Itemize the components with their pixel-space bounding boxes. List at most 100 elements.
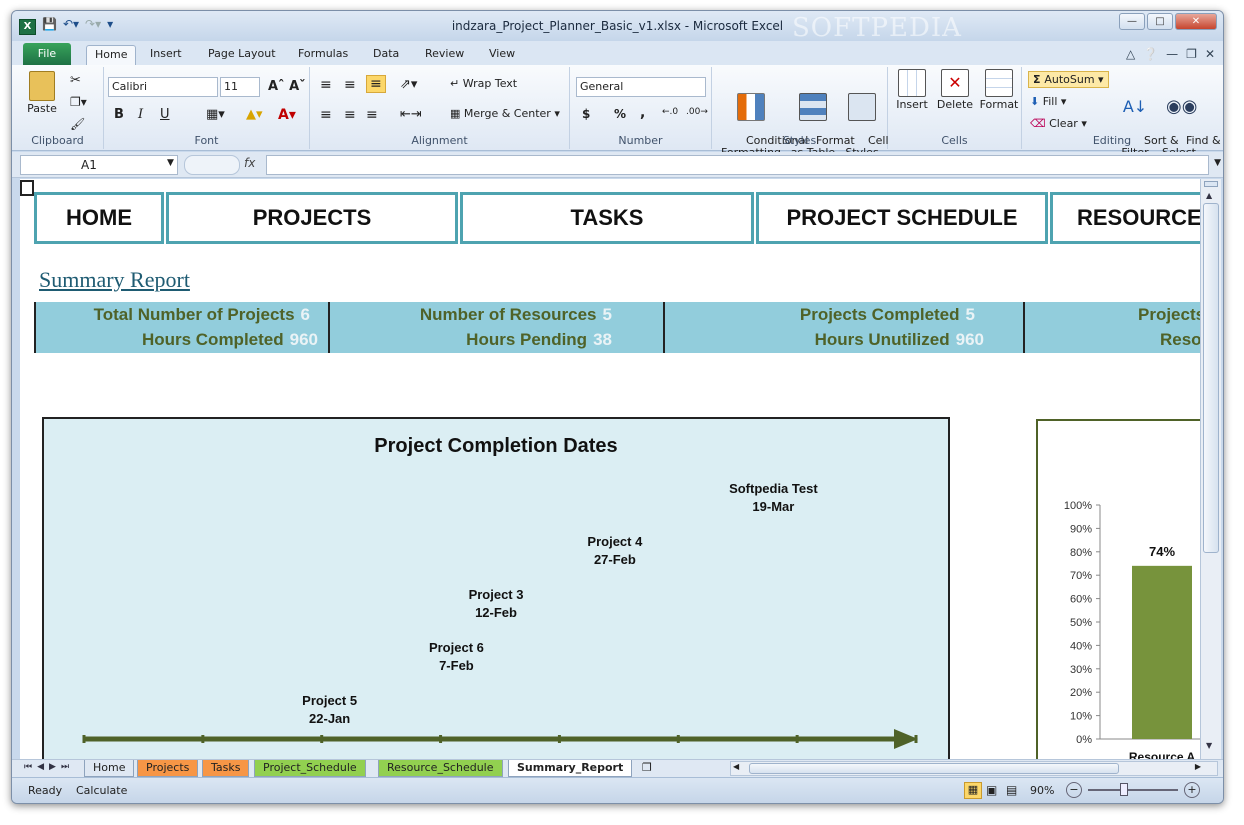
align-middle-icon[interactable]: ≡: [344, 77, 356, 93]
clear-button[interactable]: ⌫ Clear ▾: [1030, 117, 1087, 130]
resource-utilization-chart[interactable]: 100% 90% 80% 70% 60% 50% 40% 30% 20% 10% 0% 74% Res…: [1036, 419, 1200, 759]
vertical-scrollbar[interactable]: ▲ ▼: [1200, 179, 1221, 759]
paste-button[interactable]: Paste: [22, 71, 62, 115]
nav-projects-button[interactable]: PROJECTS: [166, 192, 458, 244]
insert-sheet-icon[interactable]: ❐: [642, 761, 652, 774]
bold-button[interactable]: B: [114, 107, 124, 122]
decrease-decimal-icon[interactable]: .00→: [686, 107, 708, 117]
align-top-icon[interactable]: ≡: [320, 77, 332, 93]
nav-resource-button[interactable]: RESOURCE: [1050, 192, 1200, 244]
stat-divider: [663, 302, 665, 353]
number-format-select[interactable]: General: [576, 77, 706, 97]
worksheet[interactable]: HOME PROJECTS TASKS PROJECT SCHEDULE RES…: [20, 179, 1200, 759]
grow-font-icon[interactable]: Aˆ Aˇ: [268, 79, 306, 94]
indent-icon[interactable]: ⇤⇥: [400, 107, 422, 122]
align-center-icon[interactable]: ≡: [344, 107, 356, 123]
zoom-slider[interactable]: [1088, 789, 1178, 791]
tab-page-layout[interactable]: Page Layout: [200, 45, 284, 65]
orientation-icon[interactable]: ⇗▾: [400, 77, 417, 92]
align-bottom-icon[interactable]: ≡: [366, 75, 386, 93]
scroll-left-icon[interactable]: ◀: [733, 762, 739, 771]
ribbon-tabs: File Home Insert Page Layout Formulas Da…: [12, 41, 1223, 65]
delete-cells-button[interactable]: ✕ Delete: [934, 69, 976, 111]
stats-band: Total Number of Projects 6 Hours Complete…: [34, 302, 1200, 353]
percent-button[interactable]: %: [614, 107, 626, 121]
selected-cell-a1[interactable]: [20, 180, 34, 196]
currency-button[interactable]: $: [582, 107, 590, 121]
formula-bar-handle[interactable]: [184, 155, 240, 175]
font-name-select[interactable]: Calibri: [108, 77, 218, 97]
scroll-up-icon[interactable]: ▲: [1206, 191, 1212, 200]
doc-close-icon[interactable]: ✕: [1205, 47, 1215, 61]
minimize-button[interactable]: —: [1119, 13, 1145, 30]
name-box-dropdown-icon[interactable]: ▼: [167, 158, 174, 168]
normal-view-icon[interactable]: ▦: [964, 782, 982, 799]
minimize-ribbon-icon[interactable]: △: [1126, 47, 1135, 61]
help-icon[interactable]: ❔: [1143, 47, 1158, 61]
close-button[interactable]: ✕: [1175, 13, 1217, 30]
copy-icon[interactable]: ❐▾: [70, 95, 87, 109]
fill-color-icon[interactable]: ▲▾: [246, 107, 263, 122]
borders-icon[interactable]: ▦▾: [206, 107, 225, 122]
summary-report-title: Summary Report: [39, 267, 190, 292]
sheet-tab-home[interactable]: Home: [84, 760, 135, 777]
nav-home-button[interactable]: HOME: [34, 192, 164, 244]
doc-restore-icon[interactable]: ❐: [1186, 47, 1197, 61]
maximize-button[interactable]: □: [1147, 13, 1173, 30]
align-right-icon[interactable]: ≡: [366, 107, 378, 123]
project-completion-chart[interactable]: Project Completion Dates 22-Dec6-Jan21-J…: [42, 417, 950, 759]
comma-button[interactable]: ,: [640, 105, 645, 121]
scroll-thumb[interactable]: [1203, 203, 1219, 553]
split-box[interactable]: [1204, 181, 1218, 187]
h-scroll-thumb[interactable]: [749, 763, 1119, 774]
underline-button[interactable]: U: [160, 107, 170, 122]
nav-tasks-button[interactable]: TASKS: [460, 192, 754, 244]
horizontal-scrollbar[interactable]: ◀ ▶: [730, 761, 1218, 776]
align-left-icon[interactable]: ≡: [320, 107, 332, 123]
status-calculate[interactable]: Calculate: [76, 784, 127, 797]
sheet-tab-resource-schedule[interactable]: Resource_Schedule: [378, 760, 503, 777]
sheet-tab-summary-report[interactable]: Summary_Report: [508, 760, 633, 777]
scroll-right-icon[interactable]: ▶: [1195, 762, 1201, 771]
tab-data[interactable]: Data: [365, 45, 407, 65]
font-color-icon[interactable]: A▾: [278, 107, 296, 123]
page-break-view-icon[interactable]: ▤: [1006, 783, 1017, 797]
formula-input[interactable]: [266, 155, 1209, 175]
format-painter-icon[interactable]: 🖌: [70, 117, 85, 131]
sheet-nav-arrows-icon[interactable]: ⏮◀▶⏭: [24, 762, 74, 772]
wrap-text-button[interactable]: ↵ Wrap Text: [450, 77, 517, 90]
zoom-in-button[interactable]: +: [1184, 782, 1200, 798]
zoom-level[interactable]: 90%: [1030, 784, 1054, 797]
tab-review[interactable]: Review: [417, 45, 472, 65]
data-label-date: 12-Feb: [475, 605, 517, 620]
doc-minimize-icon[interactable]: —: [1166, 47, 1178, 61]
insert-cells-icon: [898, 69, 926, 97]
insert-cells-button[interactable]: Insert: [892, 69, 932, 111]
page-layout-view-icon[interactable]: ▣: [986, 783, 997, 797]
zoom-out-button[interactable]: −: [1066, 782, 1082, 798]
name-box[interactable]: A1: [20, 155, 178, 175]
y-tick-label: 80%: [1070, 547, 1092, 559]
fill-button[interactable]: ⬇ Fill ▾: [1030, 95, 1066, 108]
font-size-select[interactable]: 11: [220, 77, 260, 97]
expand-formula-icon[interactable]: ▼: [1214, 158, 1221, 168]
tab-view[interactable]: View: [481, 45, 523, 65]
sheet-tab-projects[interactable]: Projects: [137, 760, 199, 777]
zoom-slider-thumb[interactable]: [1120, 783, 1128, 796]
nav-project-schedule-button[interactable]: PROJECT SCHEDULE: [756, 192, 1048, 244]
insert-function-button[interactable]: fx: [244, 156, 255, 170]
tab-file[interactable]: File: [23, 43, 71, 65]
tab-formulas[interactable]: Formulas: [290, 45, 356, 65]
format-cells-button[interactable]: Format: [978, 69, 1020, 111]
increase-decimal-icon[interactable]: ←.0: [662, 107, 678, 117]
cut-icon[interactable]: ✂: [70, 73, 81, 88]
autosum-button[interactable]: Σ AutoSum ▾: [1028, 71, 1109, 88]
sheet-tab-tasks[interactable]: Tasks: [202, 760, 250, 777]
tab-insert[interactable]: Insert: [142, 45, 190, 65]
tab-home[interactable]: Home: [86, 45, 137, 65]
italic-button[interactable]: I: [138, 107, 143, 122]
merge-center-button[interactable]: ▦ Merge & Center ▾: [450, 107, 560, 120]
scroll-down-icon[interactable]: ▼: [1206, 741, 1212, 750]
group-styles: Conditional Formatting Format as Table C…: [712, 67, 889, 159]
sheet-tab-project-schedule[interactable]: Project_Schedule: [254, 760, 366, 777]
